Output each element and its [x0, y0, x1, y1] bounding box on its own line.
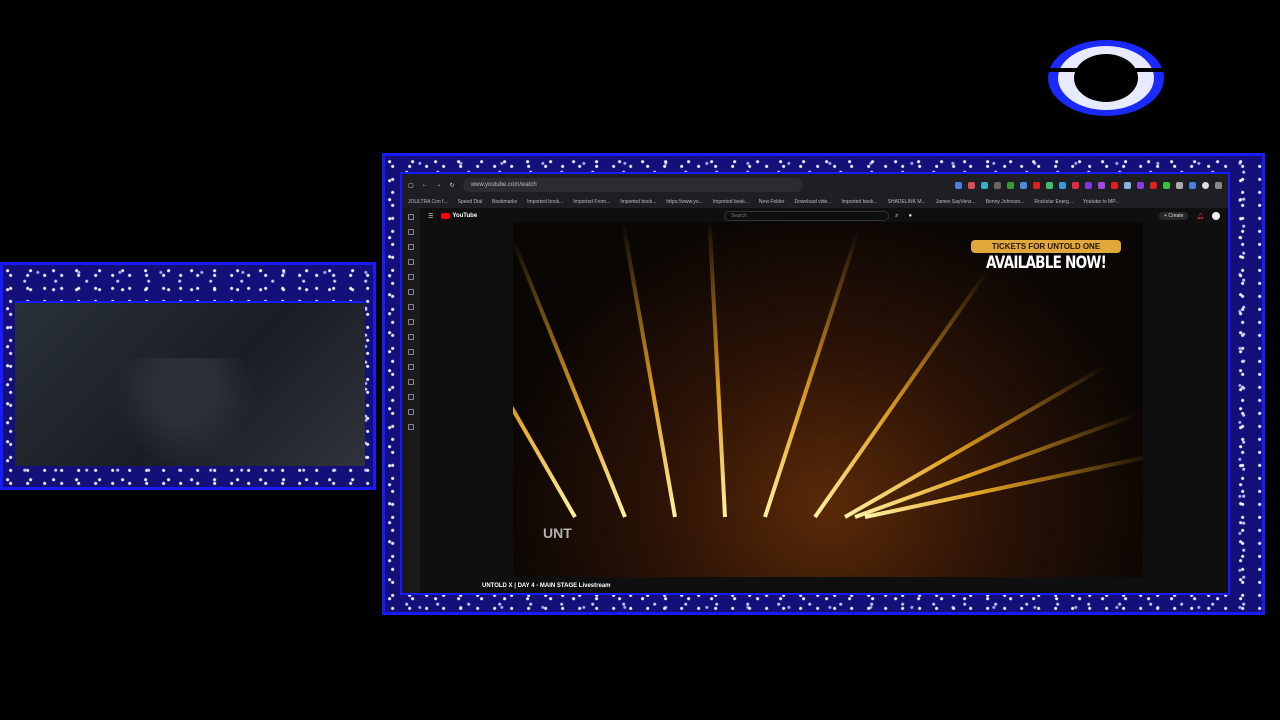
extension-icon[interactable] — [1059, 181, 1066, 189]
tickets-promo: TICKETS FOR UNTOLD ONE AVAILABLE NOW! — [971, 240, 1121, 273]
extension-icon[interactable] — [1046, 181, 1053, 189]
extension-icon[interactable] — [1111, 181, 1118, 189]
browser-sidebar — [402, 208, 420, 593]
bookmark[interactable]: Bookmarks — [492, 199, 517, 205]
extension-icon[interactable] — [1085, 181, 1092, 189]
bookmark[interactable]: Imported book... — [713, 199, 749, 205]
reload-icon[interactable]: ↻ — [450, 182, 455, 189]
light-beam — [620, 222, 677, 518]
sidebar-icon[interactable] — [408, 334, 414, 340]
browser-window: ▢ ← → ↻ www.youtube.com/watch JOULTRA Co… — [400, 172, 1230, 595]
channel-logo — [1045, 40, 1167, 116]
browser-toolbar: ▢ ← → ↻ www.youtube.com/watch — [402, 174, 1228, 196]
sidebar-icon[interactable] — [408, 244, 414, 250]
bookmark[interactable]: James SayVenz... — [936, 199, 976, 205]
webcam-frame — [0, 262, 376, 490]
extension-icon[interactable] — [1033, 181, 1040, 189]
menu-icon[interactable] — [1215, 181, 1222, 189]
extension-icon[interactable] — [1163, 181, 1170, 189]
bookmark[interactable]: Download vide... — [795, 199, 832, 205]
avatar[interactable] — [1212, 212, 1220, 220]
bookmark[interactable]: Rockstar Energ... — [1034, 199, 1073, 205]
bookmark[interactable]: Imported book... — [841, 199, 877, 205]
video-title: UNTOLD X | DAY 4 - MAIN STAGE Livestream — [482, 583, 611, 589]
extension-icon[interactable] — [1189, 181, 1196, 189]
webcam-feed — [15, 301, 365, 468]
forward-icon[interactable]: → — [436, 182, 442, 188]
extension-icon[interactable] — [981, 181, 988, 189]
extension-icon[interactable] — [1202, 181, 1209, 189]
sidebar-icon[interactable] — [408, 289, 414, 295]
extension-icon[interactable] — [1007, 181, 1014, 189]
untold-watermark: UNT — [543, 525, 572, 541]
sidebar-toggle-icon[interactable]: ▢ — [408, 182, 414, 189]
sidebar-icon[interactable] — [408, 349, 414, 355]
extensions — [955, 181, 1222, 189]
video-player[interactable]: TICKETS FOR UNTOLD ONE AVAILABLE NOW! UN… — [513, 222, 1143, 577]
light-beam — [707, 222, 727, 518]
mic-icon[interactable]: ● — [908, 213, 912, 219]
bookmark[interactable]: Speed Dial — [458, 199, 482, 205]
extension-icon[interactable] — [1124, 181, 1131, 189]
sidebar-icon[interactable] — [408, 424, 414, 430]
extension-icon[interactable] — [1137, 181, 1144, 189]
bookmark[interactable]: Imported From... — [573, 199, 610, 205]
sidebar-icon[interactable] — [408, 394, 414, 400]
extension-icon[interactable] — [968, 181, 975, 189]
bookmark[interactable]: Imported book... — [527, 199, 563, 205]
hamburger-menu-icon[interactable]: ☰ — [428, 213, 433, 220]
bookmark[interactable]: Imported book... — [620, 199, 656, 205]
bookmarks-bar: JOULTRA Con f... Speed Dial Bookmarks Impor… — [402, 196, 1228, 208]
sidebar-icon[interactable] — [408, 409, 414, 415]
sidebar-icon[interactable] — [408, 259, 414, 265]
bookmark[interactable]: Youtube to MP... — [1083, 199, 1119, 205]
sidebar-icon[interactable] — [408, 379, 414, 385]
light-beam — [513, 238, 627, 518]
extension-icon[interactable] — [994, 181, 1001, 189]
sidebar-icon[interactable] — [408, 319, 414, 325]
search-input[interactable]: Search — [724, 211, 890, 221]
light-beam — [513, 256, 577, 518]
sidebar-icon[interactable] — [408, 274, 414, 280]
extension-icon[interactable] — [1072, 181, 1079, 189]
notifications-icon[interactable]: 🔔︎ — [1196, 213, 1204, 220]
sidebar-icon[interactable] — [408, 364, 414, 370]
extension-icon[interactable] — [1176, 181, 1183, 189]
search-icon[interactable]: ⌕ — [895, 213, 898, 220]
extension-icon[interactable] — [1098, 181, 1105, 189]
youtube-logo[interactable]: YouTube — [441, 213, 477, 219]
bookmark[interactable]: https://www.yo... — [666, 199, 702, 205]
bookmark[interactable]: New Folder — [759, 199, 785, 205]
extension-icon[interactable] — [1020, 181, 1027, 189]
bookmark[interactable]: Benny Johnson... — [986, 199, 1025, 205]
sidebar-icon[interactable] — [408, 304, 414, 310]
streamer — [115, 358, 255, 468]
bookmark[interactable]: JOULTRA Con f... — [408, 199, 448, 205]
back-icon[interactable]: ← — [422, 182, 428, 188]
create-button[interactable]: + Create — [1159, 212, 1189, 220]
extension-icon[interactable] — [1150, 181, 1157, 189]
sidebar-icon[interactable] — [408, 229, 414, 235]
sidebar-icon[interactable] — [408, 214, 414, 220]
extension-icon[interactable] — [955, 181, 962, 189]
address-bar[interactable]: www.youtube.com/watch — [462, 178, 803, 192]
bookmark[interactable]: SHADELINK M... — [888, 199, 926, 205]
